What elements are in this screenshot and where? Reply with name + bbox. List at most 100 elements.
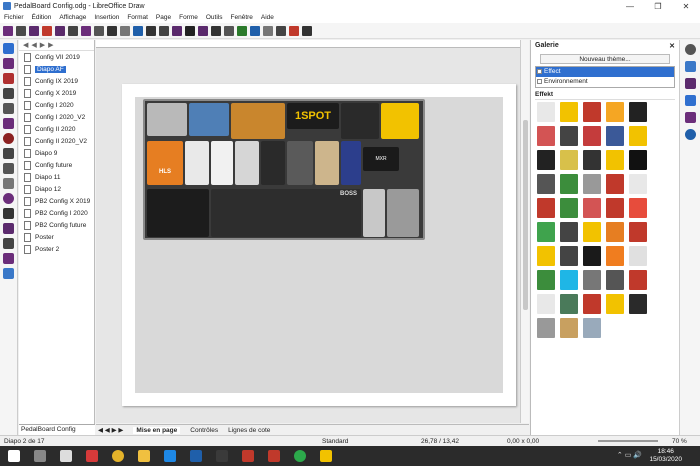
slide-item[interactable]: Config II 2020_V2 (19, 135, 94, 147)
slide-item[interactable]: Poster (19, 231, 94, 243)
gallery-item[interactable] (629, 270, 647, 290)
gallery-item[interactable] (629, 126, 647, 146)
gallery-item[interactable] (606, 222, 624, 242)
menu-page[interactable]: Page (156, 14, 171, 21)
gallery-item[interactable] (629, 198, 647, 218)
gallery-item[interactable] (629, 150, 647, 170)
slide-item-selected[interactable]: Diapo AF (19, 63, 94, 75)
slide-item[interactable]: Config I 2020 (19, 99, 94, 111)
gallery-item[interactable] (606, 198, 624, 218)
menu-fichier[interactable]: Fichier (4, 14, 24, 21)
export-pdf-icon[interactable] (42, 25, 52, 36)
text-box-icon[interactable] (3, 73, 14, 84)
slide-item[interactable]: Poster 2 (19, 243, 94, 255)
slide-item[interactable]: Diapo 11 (19, 171, 94, 183)
stars-icon[interactable] (3, 253, 14, 264)
new-theme-button[interactable]: Nouveau thème... (540, 54, 670, 64)
gallery-item[interactable] (583, 222, 601, 242)
line-icon[interactable] (3, 88, 14, 99)
gallery-item[interactable] (537, 246, 555, 266)
gallery-item[interactable] (537, 126, 555, 146)
properties-icon[interactable] (684, 44, 696, 55)
gallery-item[interactable] (537, 222, 555, 242)
block-arrows-icon[interactable] (3, 208, 14, 219)
slide-item[interactable]: Config future (19, 159, 94, 171)
table-icon[interactable] (185, 25, 195, 36)
menu-format[interactable]: Format (127, 14, 148, 21)
redo-icon[interactable] (120, 25, 130, 36)
transform-icon[interactable] (250, 25, 260, 36)
ellipse-icon[interactable] (3, 133, 14, 144)
theme-item-environnement[interactable]: Environnement (536, 77, 674, 87)
search-icon[interactable] (34, 450, 46, 462)
save-icon[interactable] (29, 25, 39, 36)
last-slide-icon[interactable]: ▶ (48, 41, 53, 49)
scrollbar-thumb[interactable] (523, 120, 528, 310)
menu-aide[interactable]: Aide (261, 14, 274, 21)
close-button[interactable]: ✕ (672, 0, 700, 12)
pedalboard-image[interactable]: 1SPOT HLS MXR BOSS (143, 99, 425, 240)
gallery-item[interactable] (537, 270, 555, 290)
callouts-icon[interactable] (3, 238, 14, 249)
next-slide-icon[interactable]: ▶ (40, 41, 45, 49)
menu-edition[interactable]: Édition (32, 14, 52, 21)
menu-forme[interactable]: Forme (179, 14, 198, 21)
system-tray[interactable]: ⌃ ▭ 🔊 (617, 451, 642, 459)
slide-item[interactable]: Config X 2019 (19, 87, 94, 99)
3d-objects-icon[interactable] (3, 268, 14, 279)
gallery-item[interactable] (560, 222, 578, 242)
mail-icon[interactable] (190, 450, 202, 462)
clock[interactable]: 18:46 15/03/2020 (649, 448, 682, 464)
crop-icon[interactable] (302, 25, 312, 36)
undo-icon[interactable] (107, 25, 117, 36)
tab-controles[interactable]: Contrôles (190, 427, 218, 434)
gallery-item[interactable] (583, 270, 601, 290)
vertical-scrollbar[interactable] (520, 40, 529, 423)
select-icon[interactable] (3, 43, 14, 54)
layer-tab-navigation[interactable]: ◀ ◀ ▶ ▶ (98, 426, 123, 434)
zoom-status[interactable]: 70 % (672, 438, 687, 445)
copy-icon[interactable] (81, 25, 91, 36)
flowchart-icon[interactable] (3, 223, 14, 234)
slide-item[interactable]: Diapo 9 (19, 147, 94, 159)
zoom-slider[interactable] (598, 440, 658, 442)
grid-icon[interactable] (133, 25, 143, 36)
gallery-item[interactable] (537, 318, 555, 338)
rectangle-icon[interactable] (3, 118, 14, 129)
slide-item[interactable]: Diapo 12 (19, 183, 94, 195)
slide-item[interactable]: PB2 Config I 2020 (19, 207, 94, 219)
gallery-item[interactable] (560, 198, 578, 218)
gallery-item[interactable] (537, 198, 555, 218)
maximize-button[interactable]: ❐ (644, 0, 672, 12)
navigator-icon[interactable] (684, 112, 696, 123)
gallery-item[interactable] (629, 246, 647, 266)
gallery-item[interactable] (606, 246, 624, 266)
gallery-item[interactable] (537, 174, 555, 194)
drawing-canvas[interactable]: 1SPOT HLS MXR BOSS (96, 40, 520, 423)
zoom-icon[interactable] (146, 25, 156, 36)
camera-icon[interactable] (60, 450, 72, 462)
styles-icon[interactable] (684, 61, 696, 72)
gallery-item[interactable] (583, 174, 601, 194)
slide-item[interactable]: PB2 Config future (19, 219, 94, 231)
gallery-close-icon[interactable]: ✕ (669, 42, 675, 50)
gallery-item[interactable] (537, 102, 555, 122)
gallery-item[interactable] (583, 126, 601, 146)
tab-lignes-de-cote[interactable]: Lignes de cote (228, 427, 270, 434)
gallery-item[interactable] (583, 102, 601, 122)
gallery-item[interactable] (560, 174, 578, 194)
arrow-icon[interactable] (3, 103, 14, 114)
paste-icon[interactable] (94, 25, 104, 36)
text-icon[interactable] (211, 25, 221, 36)
image-icon[interactable] (159, 25, 169, 36)
menu-outils[interactable]: Outils (206, 14, 223, 21)
gallery-icon[interactable] (684, 78, 696, 89)
connector-icon[interactable] (3, 163, 14, 174)
windows-start-icon[interactable] (8, 450, 20, 462)
slide-item[interactable]: Config VII 2019 (19, 51, 94, 63)
gallery-item[interactable] (606, 270, 624, 290)
bezier-icon[interactable] (237, 25, 247, 36)
shadow-icon[interactable] (289, 25, 299, 36)
menu-fenetre[interactable]: Fenêtre (231, 14, 253, 21)
slide-item[interactable]: Config II 2020 (19, 123, 94, 135)
